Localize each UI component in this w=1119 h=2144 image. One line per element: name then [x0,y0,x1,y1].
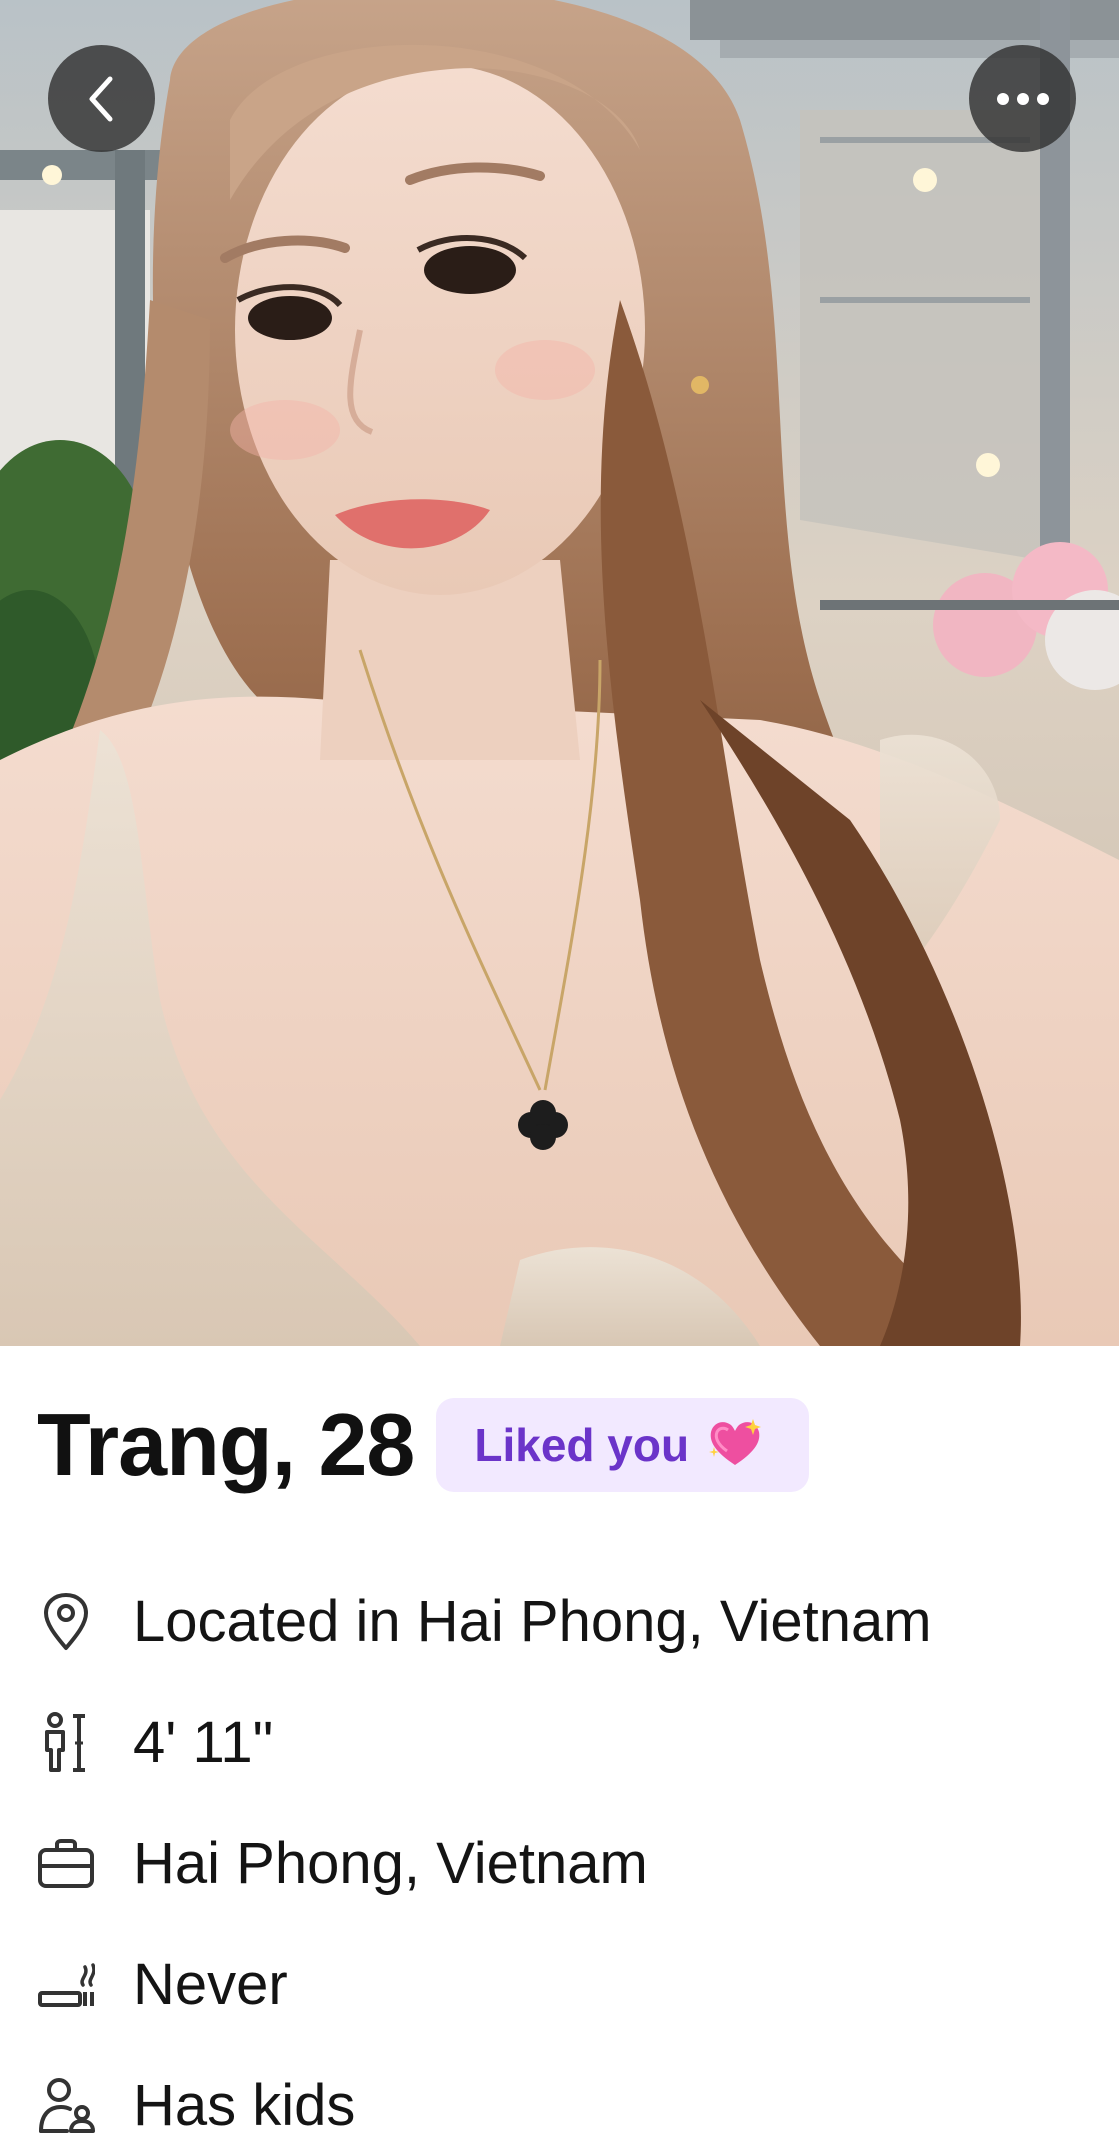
detail-row-smoking: Never [37,1924,1087,2045]
location-pin-icon [37,1591,95,1653]
family-icon [37,2075,95,2137]
more-horizontal-icon [996,92,1050,106]
detail-smoking-text: Never [133,1952,288,2017]
detail-row-location: Located in Hai Phong, Vietnam [37,1561,1087,1682]
chevron-left-icon [82,74,122,124]
height-icon [37,1711,95,1774]
detail-row-work: Hai Phong, Vietnam [37,1803,1087,1924]
profile-name-age: Trang, 28 [37,1395,415,1494]
sparkling-heart-icon [707,1417,763,1474]
detail-location-text: Located in Hai Phong, Vietnam [133,1589,932,1654]
name-row: Trang, 28 Liked you [37,1395,810,1494]
profile-photo[interactable] [0,0,1119,1346]
briefcase-icon [37,1833,95,1895]
liked-you-badge[interactable]: Liked you [436,1398,810,1492]
profile-details-list: Located in Hai Phong, Vietnam 4' 11" Hai… [37,1561,1087,2144]
smoking-icon [37,1954,95,2016]
profile-screen: Trang, 28 Liked you Located in Hai Phong… [0,0,1119,2144]
liked-you-label: Liked you [474,1419,690,1471]
detail-row-height: 4' 11" [37,1682,1087,1803]
more-options-button[interactable] [969,45,1076,152]
back-button[interactable] [48,45,155,152]
profile-photo-illustration [0,0,1119,1346]
detail-kids-text: Has kids [133,2073,356,2138]
profile-info: Trang, 28 Liked you Located in Hai Phong… [0,1346,1119,2144]
detail-work-text: Hai Phong, Vietnam [133,1831,648,1896]
detail-height-text: 4' 11" [133,1710,274,1775]
detail-row-kids: Has kids [37,2045,1087,2144]
